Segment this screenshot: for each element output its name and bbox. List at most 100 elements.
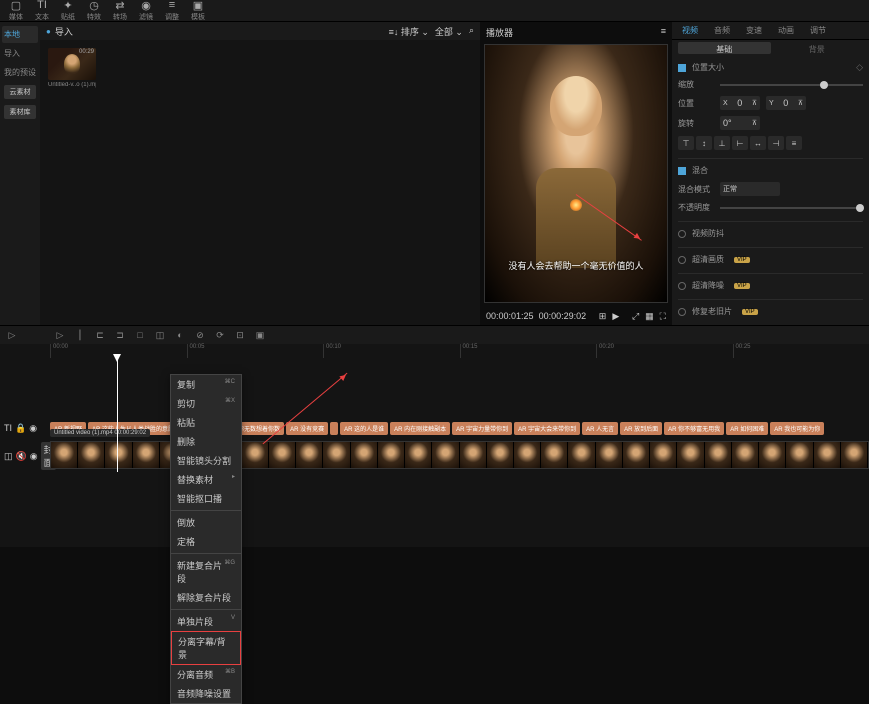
sort-control[interactable]: ≡↓ 排序 ⌄ bbox=[389, 25, 429, 38]
tl-tool[interactable]: ⊏ bbox=[94, 329, 106, 341]
subtitle-clip[interactable]: AR 这的人是谁 bbox=[340, 422, 388, 435]
prop-tab-3[interactable]: 动画 bbox=[774, 23, 798, 38]
lock-icon[interactable]: 🔒 bbox=[15, 423, 26, 434]
subtitle-clip[interactable]: AR 没有竞赛 bbox=[286, 422, 328, 435]
blend-check[interactable] bbox=[678, 167, 686, 175]
media-clip[interactable]: 00:29 Untitled-v..o (1).mp4 bbox=[48, 48, 96, 88]
import-button[interactable]: 导入 bbox=[46, 25, 73, 38]
subtitle-clip[interactable]: AR 宇宙力量带你到 bbox=[452, 422, 512, 435]
tl-tool[interactable]: ◐ bbox=[174, 329, 186, 341]
timeline-ruler[interactable]: 00:0000:0500:1000:1500:2000:25 bbox=[0, 344, 869, 358]
tl-tool[interactable]: ⊐ bbox=[114, 329, 126, 341]
compare-icon[interactable]: ⤢ bbox=[632, 311, 639, 322]
prop-tab-1[interactable]: 音频 bbox=[710, 23, 734, 38]
ctx-单独片段[interactable]: 单独片段V bbox=[171, 612, 241, 631]
align-btn[interactable]: ⊤ bbox=[678, 136, 694, 150]
tool-转场[interactable]: ⇄转场 bbox=[108, 0, 132, 23]
fullscreen-icon[interactable]: ⛶ bbox=[660, 311, 666, 322]
video-frame bbox=[296, 442, 323, 468]
ctx-复制[interactable]: 复制⌘C bbox=[171, 375, 241, 394]
align-btn[interactable]: ⊢ bbox=[732, 136, 748, 150]
subtitle-clip[interactable]: AR 你不够富无用我 bbox=[664, 422, 724, 435]
sidebar-item-1[interactable]: 导入 bbox=[2, 45, 38, 62]
scale-slider[interactable] bbox=[720, 84, 863, 86]
blend-mode-select[interactable]: 正常 bbox=[720, 182, 780, 196]
sidebar-item-4[interactable]: 素材库 bbox=[4, 105, 36, 119]
subtitle-clip[interactable]: AR 放到后面 bbox=[620, 422, 662, 435]
subtitle-overlay: 没有人会去帮助一个毫无价值的人 bbox=[485, 259, 667, 272]
pos-size-label: 位置大小 bbox=[692, 62, 728, 73]
ctx-新建复合片段[interactable]: 新建复合片段⌘G bbox=[171, 556, 241, 588]
video-frame bbox=[51, 442, 78, 468]
preview-video[interactable]: 没有人会去帮助一个毫无价值的人 bbox=[484, 44, 668, 303]
tl-tool[interactable]: ◫ bbox=[154, 329, 166, 341]
align-btn[interactable]: ↕ bbox=[696, 136, 712, 150]
prop-tab-2[interactable]: 变速 bbox=[742, 23, 766, 38]
ctx-音频降噪设置[interactable]: 音频降噪设置 bbox=[171, 684, 241, 703]
tl-cursor[interactable]: ▷ bbox=[6, 329, 18, 341]
ctx-智能镜头分割[interactable]: 智能镜头分割 bbox=[171, 451, 241, 470]
pos-y-input[interactable]: Y 0 ⊼ bbox=[766, 96, 806, 110]
reset-icon[interactable]: ◇ bbox=[856, 62, 863, 73]
section-toggle[interactable] bbox=[678, 230, 686, 238]
tl-tool[interactable]: ▷ bbox=[54, 329, 66, 341]
pos-x-input[interactable]: X 0 ⊼ bbox=[720, 96, 760, 110]
tool-模板[interactable]: ▣模板 bbox=[186, 0, 210, 23]
prop-tab-0[interactable]: 视频 bbox=[678, 23, 702, 38]
subtitle-clip[interactable] bbox=[330, 422, 338, 435]
video-frame bbox=[405, 442, 432, 468]
filter-control[interactable]: 全部 ⌄ bbox=[435, 25, 463, 38]
sidebar-item-0[interactable]: 本地 bbox=[2, 26, 38, 43]
play-icon[interactable]: ▶ bbox=[612, 311, 619, 322]
tl-tool[interactable]: ⊡ bbox=[234, 329, 246, 341]
prop-tab-4[interactable]: 调节 bbox=[806, 23, 830, 38]
subtitle-clip[interactable]: AR 内在刚接触副本 bbox=[390, 422, 450, 435]
subtitle-clip[interactable]: AR 人无言 bbox=[582, 422, 618, 435]
mute-icon[interactable]: 🔇 bbox=[16, 451, 27, 462]
align-btn[interactable]: ⊣ bbox=[768, 136, 784, 150]
ratio-icon[interactable]: ⊞ bbox=[599, 311, 607, 322]
tool-贴纸[interactable]: ✦贴纸 bbox=[56, 0, 80, 23]
tool-特效[interactable]: ◷特效 bbox=[82, 0, 106, 23]
grid-icon[interactable]: ▦ bbox=[645, 311, 654, 322]
video-frame bbox=[133, 442, 160, 468]
tl-tool[interactable]: ⟳ bbox=[214, 329, 226, 341]
tl-tool[interactable]: □ bbox=[134, 329, 146, 341]
playhead[interactable] bbox=[117, 358, 118, 472]
rotate-input[interactable]: 0° ⊼ bbox=[720, 116, 760, 130]
align-btn[interactable]: ⊥ bbox=[714, 136, 730, 150]
tl-tool[interactable]: ⊘ bbox=[194, 329, 206, 341]
subtitle-clip[interactable]: AR 宇宙大会来带你到 bbox=[514, 422, 580, 435]
subtab-bg[interactable]: 背景 bbox=[771, 42, 864, 54]
ctx-粘贴[interactable]: 粘贴 bbox=[171, 413, 241, 432]
sidebar-item-3[interactable]: 云素材 bbox=[4, 85, 36, 99]
preview-menu-icon[interactable]: ≡ bbox=[661, 26, 666, 36]
search-icon[interactable]: ⌕ bbox=[469, 25, 474, 38]
ctx-智能抠口播[interactable]: 智能抠口播 bbox=[171, 489, 241, 508]
tool-媒体[interactable]: ▢媒体 bbox=[4, 0, 28, 23]
rotate-label: 旋转 bbox=[678, 118, 714, 129]
section-toggle[interactable] bbox=[678, 256, 686, 264]
ctx-分离音频[interactable]: 分离音频⌘B bbox=[171, 665, 241, 684]
eye-icon[interactable]: ◉ bbox=[29, 423, 37, 434]
ctx-替换素材[interactable]: 替换素材▸ bbox=[171, 470, 241, 489]
pos-size-check[interactable] bbox=[678, 64, 686, 72]
subtitle-clip[interactable]: AR 我也可能为你 bbox=[770, 422, 824, 435]
subtitle-clip[interactable]: AR 如何困难 bbox=[726, 422, 768, 435]
tl-tool[interactable]: ▣ bbox=[254, 329, 266, 341]
tl-tool[interactable]: ⎮ bbox=[74, 329, 86, 341]
ctx-分离字幕/背景[interactable]: 分离字幕/背景 bbox=[171, 631, 241, 665]
tool-文本[interactable]: TI文本 bbox=[30, 0, 54, 23]
subtab-basic[interactable]: 基础 bbox=[678, 42, 771, 54]
ctx-剪切[interactable]: 剪切⌘X bbox=[171, 394, 241, 413]
align-btn[interactable]: ↔ bbox=[750, 136, 766, 150]
tool-滤镜[interactable]: ◉滤镜 bbox=[134, 0, 158, 23]
ctx-删除[interactable]: 删除 bbox=[171, 432, 241, 451]
opacity-slider[interactable] bbox=[720, 207, 863, 209]
tool-调整[interactable]: ≡调整 bbox=[160, 0, 184, 23]
section-toggle[interactable] bbox=[678, 308, 686, 316]
align-btn[interactable]: ≡ bbox=[786, 136, 802, 150]
eye-icon[interactable]: ◉ bbox=[30, 451, 38, 462]
sidebar-item-2[interactable]: 我的预设 bbox=[2, 64, 38, 81]
section-toggle[interactable] bbox=[678, 282, 686, 290]
